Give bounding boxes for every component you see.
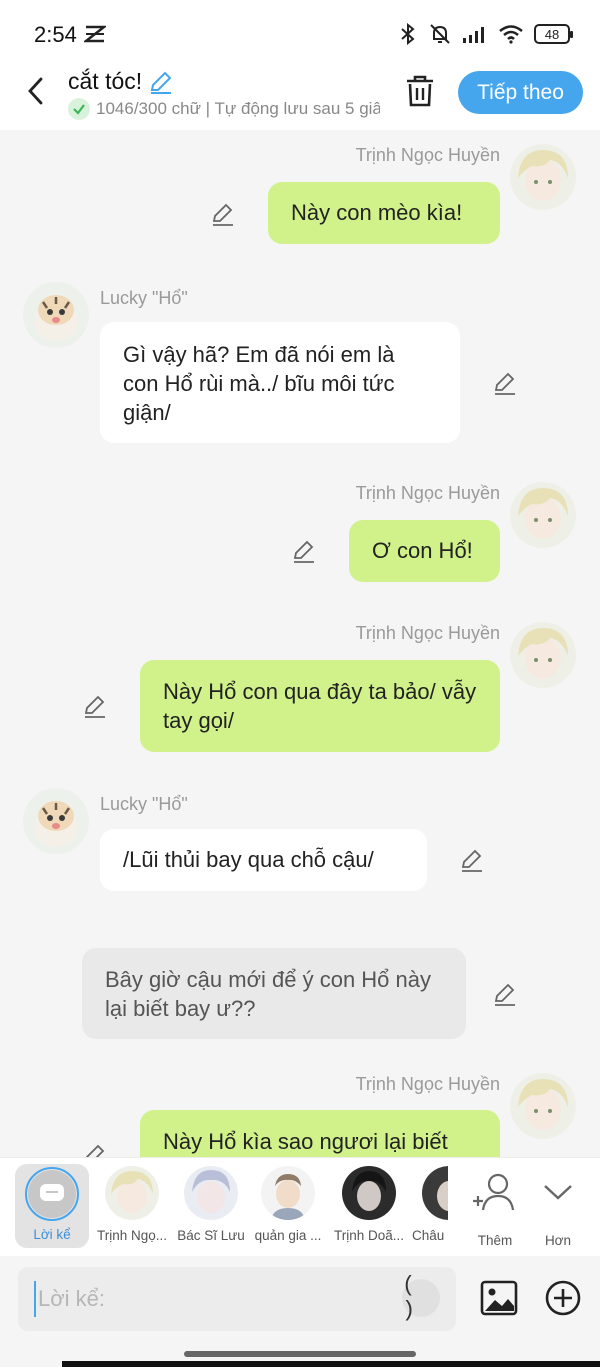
edit-message-pencil-icon[interactable] [492,370,518,396]
signal-icon [463,27,484,43]
action-parentheses-button[interactable]: ( ) [402,1273,440,1323]
autosave-text: 1046/300 chữ | Tự động lưu sau 5 giây [96,99,380,118]
character-avatar [422,1166,448,1220]
autosave-status: 1046/300 chữ | Tự động lưu sau 5 giây [68,98,380,120]
speaker-name: Trịnh Ngọc Huyền [355,623,500,643]
character-label: Trịnh Doã... [333,1228,405,1243]
character-option[interactable]: Trịnh Ngọ... [94,1166,170,1243]
narration-input[interactable] [34,1281,394,1317]
composer-box: ( ) [18,1267,456,1331]
speaker-name: Trịnh Ngọc Huyền [355,145,500,165]
character-label: Trịnh Ngọ... [96,1228,168,1243]
capcut-icon [84,25,106,43]
edit-message-pencil-icon[interactable] [459,847,485,873]
edit-title-pencil-icon[interactable] [148,69,174,95]
avatar-image [510,622,576,688]
bottom-edge [62,1361,600,1367]
story-title-text: cắt tóc! [68,68,143,94]
bluetooth-icon [401,23,415,45]
back-button[interactable] [18,74,52,108]
narrator-ring [25,1167,79,1221]
image-icon[interactable] [480,1279,518,1317]
mute-bell-icon [430,24,450,44]
avatar-trinh-ngoc-huyen[interactable] [510,1073,576,1139]
avatar-image [23,282,89,348]
check-icon [68,98,90,120]
character-label: Bác Sĩ Lưu [177,1228,245,1243]
chat-area[interactable]: Trịnh Ngọc Huyền Này con mèo kìa! Lucky … [0,130,600,1157]
edit-message-pencil-icon[interactable] [291,538,317,564]
speaker-name: Trịnh Ngọc Huyền [355,483,500,503]
character-selector: Lời kể Trịnh Ngọ... Bác Sĩ Lưu quản gia … [0,1157,600,1256]
edit-message-pencil-icon[interactable] [82,1142,108,1157]
add-character-label: Thêm [477,1233,513,1248]
edit-message-pencil-icon[interactable] [210,201,236,227]
status-bar: 2:54 48 [0,0,600,64]
character-label: Châu [412,1228,445,1243]
next-button[interactable]: Tiếp theo [458,71,583,114]
narrator-label: Lời kể [33,1227,71,1242]
status-time: 2:54 [34,22,77,47]
editor-header: cắt tóc! 1046/300 chữ | Tự động lưu sau … [0,64,600,130]
speaker-name: Trịnh Ngọc Huyền [355,1074,500,1094]
character-label: quản gia ... [254,1228,322,1243]
home-indicator[interactable] [184,1351,416,1357]
character-avatar [184,1166,238,1220]
add-circle-icon[interactable] [544,1279,582,1317]
avatar-trinh-ngoc-huyen[interactable] [510,482,576,548]
chat-bubble-icon [40,1184,64,1201]
chevron-down-icon [544,1185,572,1200]
chevron-left-icon [28,77,43,105]
narrator-avatar [28,1170,76,1218]
expand-characters-button[interactable]: Hơn [523,1166,593,1248]
character-option[interactable]: Trịnh Doã... [331,1166,407,1243]
character-option[interactable]: quản gia ... [250,1166,326,1243]
avatar-image [510,1073,576,1139]
message-bubble[interactable]: Này Hổ kìa sao ngươi lại biết [140,1110,500,1157]
message-bubble[interactable]: /Lũi thủi bay qua chỗ cậu/ [100,829,427,891]
avatar-lucky-ho[interactable] [23,788,89,854]
speaker-name: Lucky "Hổ" [100,794,188,814]
battery-indicator: 48 [534,24,573,44]
add-character-button[interactable]: Thêm [460,1166,530,1248]
avatar-trinh-ngoc-huyen[interactable] [510,144,576,210]
character-option[interactable]: Bác Sĩ Lưu [173,1166,249,1243]
character-option[interactable]: Châu [408,1166,448,1243]
avatar-trinh-ngoc-huyen[interactable] [510,622,576,688]
message-bubble[interactable]: Ơ con Hổ! [349,520,500,582]
narrator-option[interactable]: Lời kể [15,1164,89,1248]
avatar-lucky-ho[interactable] [23,282,89,348]
status-icons: 48 [398,22,573,46]
expand-label: Hơn [544,1233,572,1248]
trash-icon[interactable] [404,74,436,108]
message-bubble[interactable]: Này Hổ con qua đây ta bảo/ vẫy tay gọi/ [140,660,500,752]
character-avatar [261,1166,315,1220]
edit-message-pencil-icon[interactable] [82,693,108,719]
message-bubble[interactable]: Này con mèo kìa! [268,182,500,244]
character-avatar [342,1166,396,1220]
character-avatar [105,1166,159,1220]
message-bubble[interactable]: Gì vậy hã? Em đã nói em là con Hổ rùi mà… [100,322,460,443]
edit-message-pencil-icon[interactable] [492,981,518,1007]
avatar-image [510,144,576,210]
narration-bubble[interactable]: Bây giờ cậu mới để ý con Hổ này lại biết… [82,948,466,1039]
speaker-name: Lucky "Hổ" [100,288,188,308]
wifi-icon [499,25,523,44]
add-user-icon [473,1173,515,1211]
avatar-image [23,788,89,854]
story-title[interactable]: cắt tóc! [68,68,174,95]
avatar-image [510,482,576,548]
